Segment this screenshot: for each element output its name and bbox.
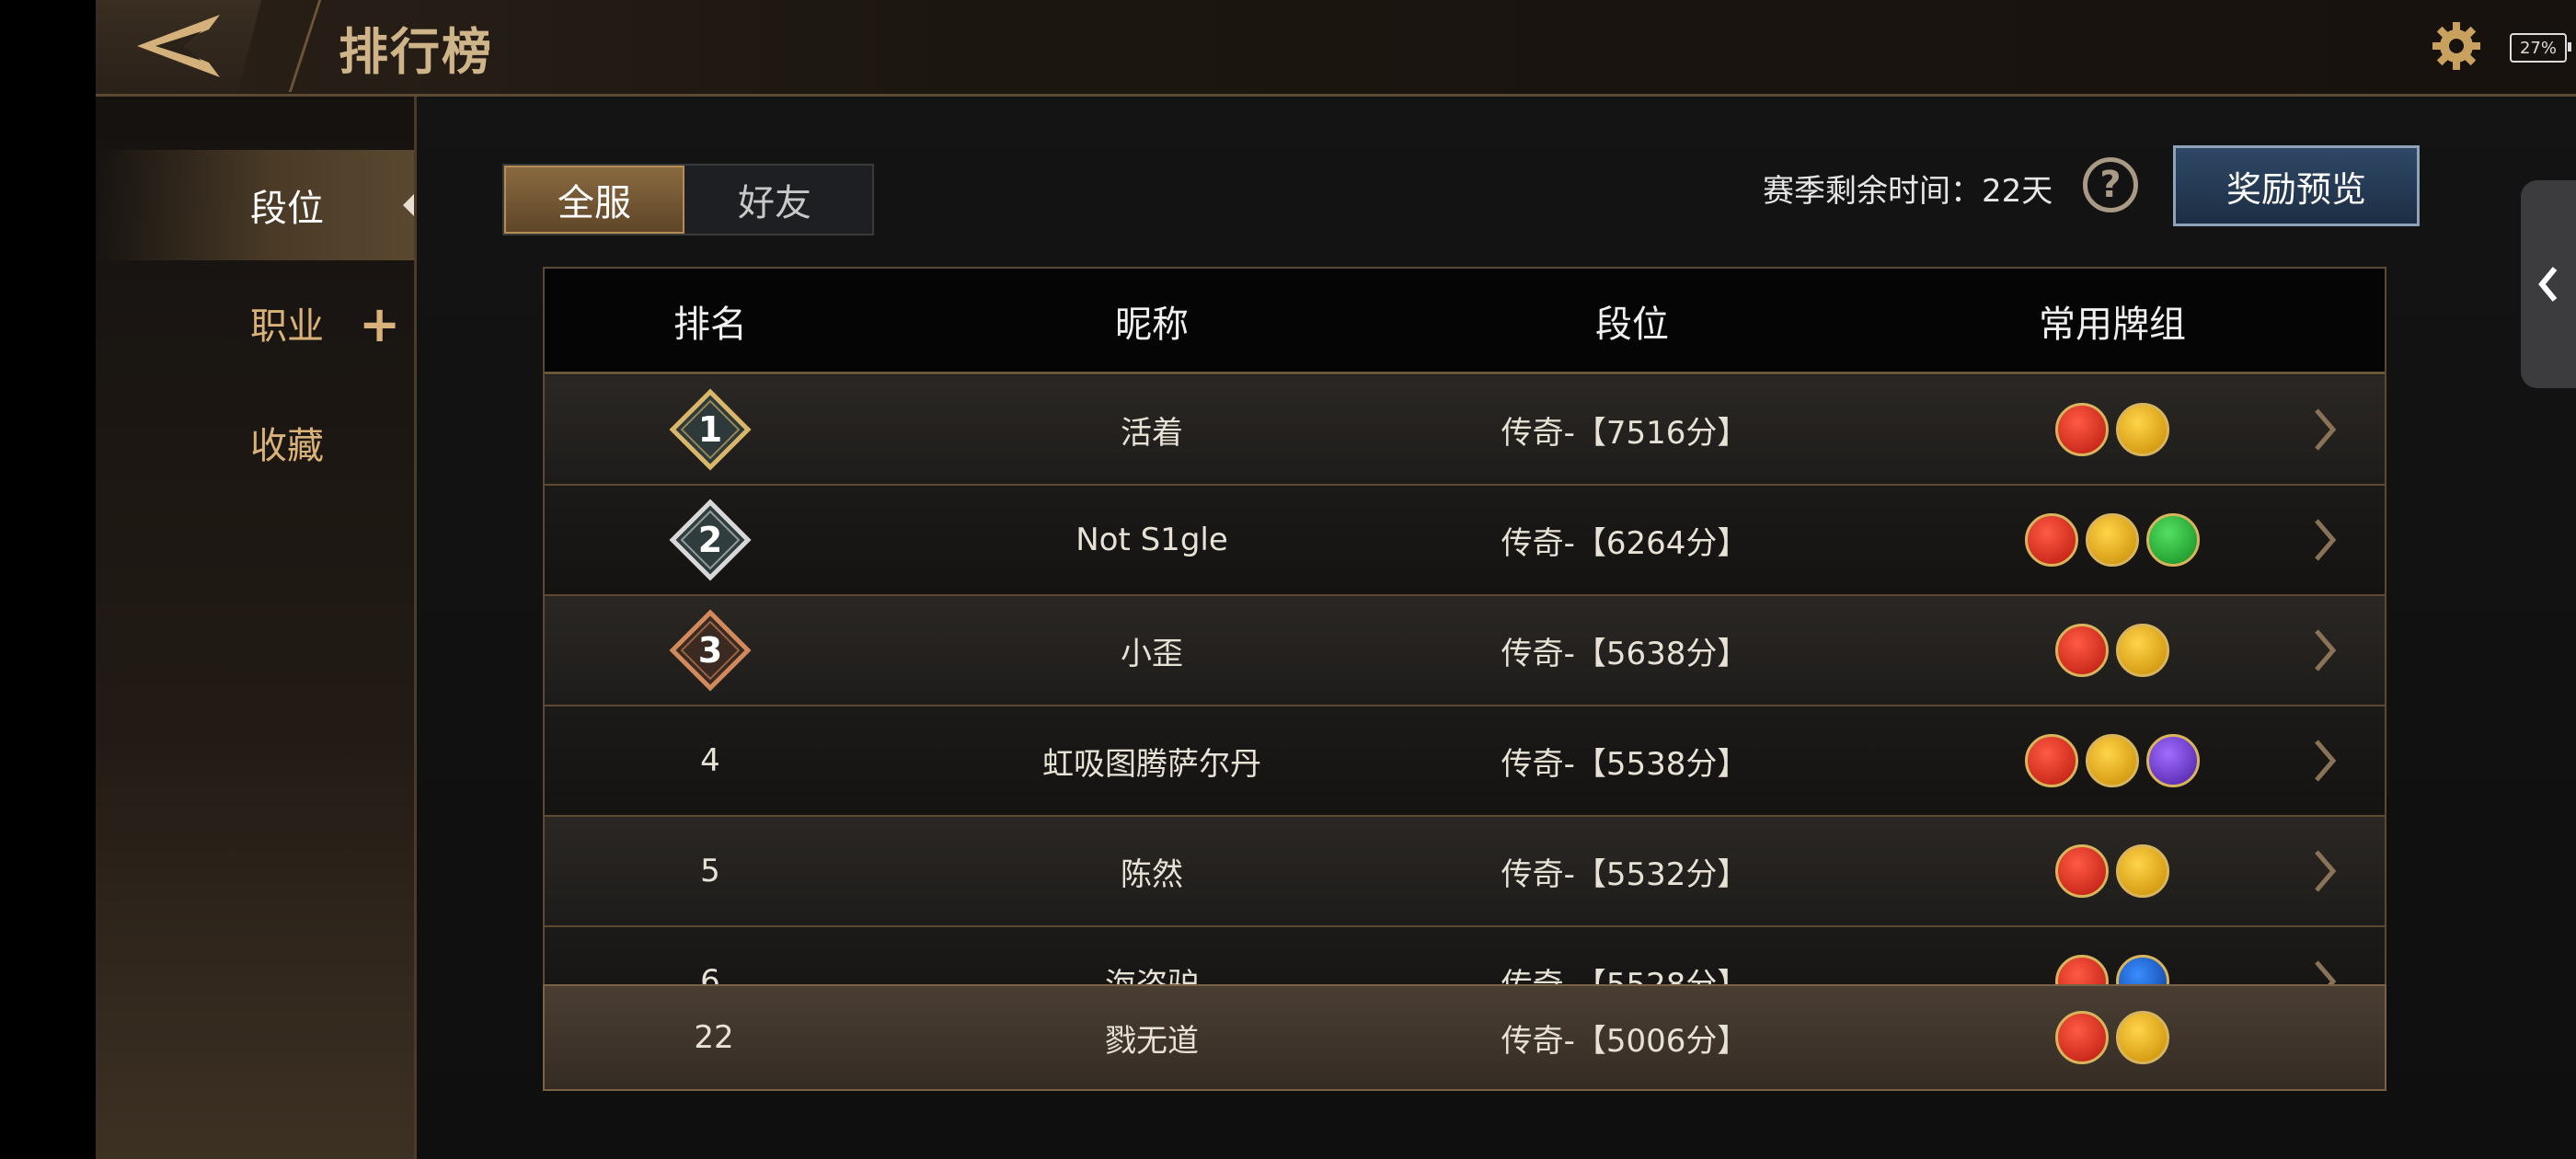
nickname-cell: 活着 [1121, 414, 1183, 452]
rank-number: 3 [697, 630, 723, 671]
tier-cell: 传奇-【5538分】 [1501, 745, 1749, 783]
tab-friends[interactable]: 好友 [684, 166, 865, 234]
table-row[interactable]: 2 Not S1gle 传奇-【6264分】 [545, 486, 2385, 596]
chevron-right-icon[interactable] [2311, 848, 2339, 894]
warrior-class-icon [2055, 844, 2109, 898]
decks-cell [2055, 986, 2169, 1089]
druid-class-icon [2086, 513, 2139, 567]
warrior-class-icon [2025, 513, 2078, 567]
header-tier: 段位 [1595, 304, 1669, 346]
chevron-right-icon[interactable] [2311, 517, 2339, 563]
nickname-cell: Not S1gle [1075, 522, 1228, 558]
warlock-class-icon [2146, 734, 2200, 787]
table-header: 排名 昵称 段位 常用牌组 [545, 269, 2385, 374]
chevron-left-icon [2538, 267, 2558, 302]
back-button[interactable] [96, 0, 261, 92]
gear-icon[interactable] [2429, 18, 2484, 74]
rank-badge-icon: 1 [669, 388, 752, 471]
druid-class-icon [2116, 1011, 2169, 1064]
tier-cell: 传奇-【5532分】 [1501, 855, 1749, 893]
side-panel-toggle[interactable] [2521, 180, 2576, 388]
leaderboard-table: 排名 昵称 段位 常用牌组 1 活着 传奇-【7516分】 2 Not S1gle 传奇-… [543, 267, 2386, 1091]
header-nickname: 昵称 [1115, 304, 1189, 346]
sidebar-item-label: 职业 [250, 305, 324, 348]
rank-number: 2 [697, 520, 723, 560]
druid-class-icon [2086, 734, 2139, 787]
page-title: 排行榜 [339, 22, 493, 81]
table-row[interactable]: 1 活着 传奇-【7516分】 [545, 375, 2385, 486]
warrior-class-icon [2055, 624, 2109, 677]
sidebar-item-rank[interactable]: 段位 [96, 150, 414, 260]
nickname-cell: 虹吸图腾萨尔丹 [1042, 745, 1261, 783]
nickname-cell: 戮无道 [1105, 1022, 1199, 1060]
druid-class-icon [2116, 844, 2169, 898]
battery-indicator: 27% [2510, 33, 2571, 63]
warrior-class-icon [2025, 734, 2078, 787]
deck-list [2055, 844, 2169, 898]
sidebar-item-label: 段位 [250, 188, 324, 230]
reward-preview-button[interactable]: 奖励预览 [2173, 145, 2420, 226]
header-rank: 排名 [673, 304, 747, 346]
table-row[interactable]: 4 虹吸图腾萨尔丹 传奇-【5538分】 [545, 706, 2385, 817]
chevron-right-icon[interactable] [2311, 738, 2339, 784]
rank-number: 1 [697, 409, 723, 450]
rank-cell: 1 [669, 375, 752, 484]
tab-all-servers[interactable]: 全服 [504, 166, 684, 234]
tier-cell: 传奇-【5638分】 [1501, 635, 1749, 672]
chevron-right-icon[interactable] [2311, 627, 2339, 673]
sidebar-item-class[interactable]: 职业 + [96, 268, 414, 378]
rank-cell: 4 [700, 742, 720, 779]
nickname-cell: 小歪 [1121, 635, 1183, 672]
nickname-cell: 陈然 [1121, 855, 1183, 893]
chevron-right-icon[interactable] [2311, 407, 2339, 453]
deck-list [2025, 734, 2200, 787]
question-icon[interactable]: ? [2083, 157, 2138, 212]
sidebar-item-favorites[interactable]: 收藏 [96, 387, 414, 498]
back-arrow-icon [137, 15, 220, 77]
druid-class-icon [2116, 624, 2169, 677]
deck-list [2025, 513, 2200, 567]
plus-icon[interactable]: + [359, 295, 400, 353]
warrior-class-icon [2055, 403, 2109, 456]
scope-tabs: 全服 好友 [502, 164, 874, 235]
decks-cell [2055, 817, 2169, 925]
sidebar-item-label: 收藏 [250, 425, 324, 467]
decks-cell [2025, 486, 2200, 594]
deck-list [2055, 403, 2169, 456]
rank-cell: 2 [669, 486, 752, 594]
table-row[interactable]: 3 小歪 传奇-【5638分】 [545, 596, 2385, 706]
header-decks: 常用牌组 [2039, 304, 2186, 346]
tier-cell: 传奇-【7516分】 [1501, 414, 1749, 452]
active-caret-icon [403, 194, 414, 216]
deck-list [2055, 624, 2169, 677]
druid-class-icon [2116, 403, 2169, 456]
decks-cell [2055, 596, 2169, 705]
tier-cell: 传奇-【6264分】 [1501, 524, 1749, 562]
tier-cell: 传奇-【5006分】 [1501, 1022, 1749, 1060]
decks-cell [2055, 375, 2169, 484]
decks-cell [2025, 706, 2200, 815]
rank-cell: 3 [669, 596, 752, 705]
warrior-class-icon [2055, 1011, 2109, 1064]
rank-cell: 22 [694, 1019, 734, 1056]
deck-list [2055, 1011, 2169, 1064]
hunter-class-icon [2146, 513, 2200, 567]
my-rank-row[interactable]: 22 戮无道 传奇-【5006分】 [543, 984, 2386, 1091]
rank-cell: 5 [700, 853, 720, 889]
rank-badge-icon: 3 [669, 609, 752, 692]
rank-badge-icon: 2 [669, 499, 752, 581]
season-remaining: 赛季剩余时间：22天 [1763, 173, 2053, 210]
table-row[interactable]: 5 陈然 传奇-【5532分】 [545, 817, 2385, 927]
sidebar: 段位 职业 + 收藏 [96, 97, 417, 1159]
